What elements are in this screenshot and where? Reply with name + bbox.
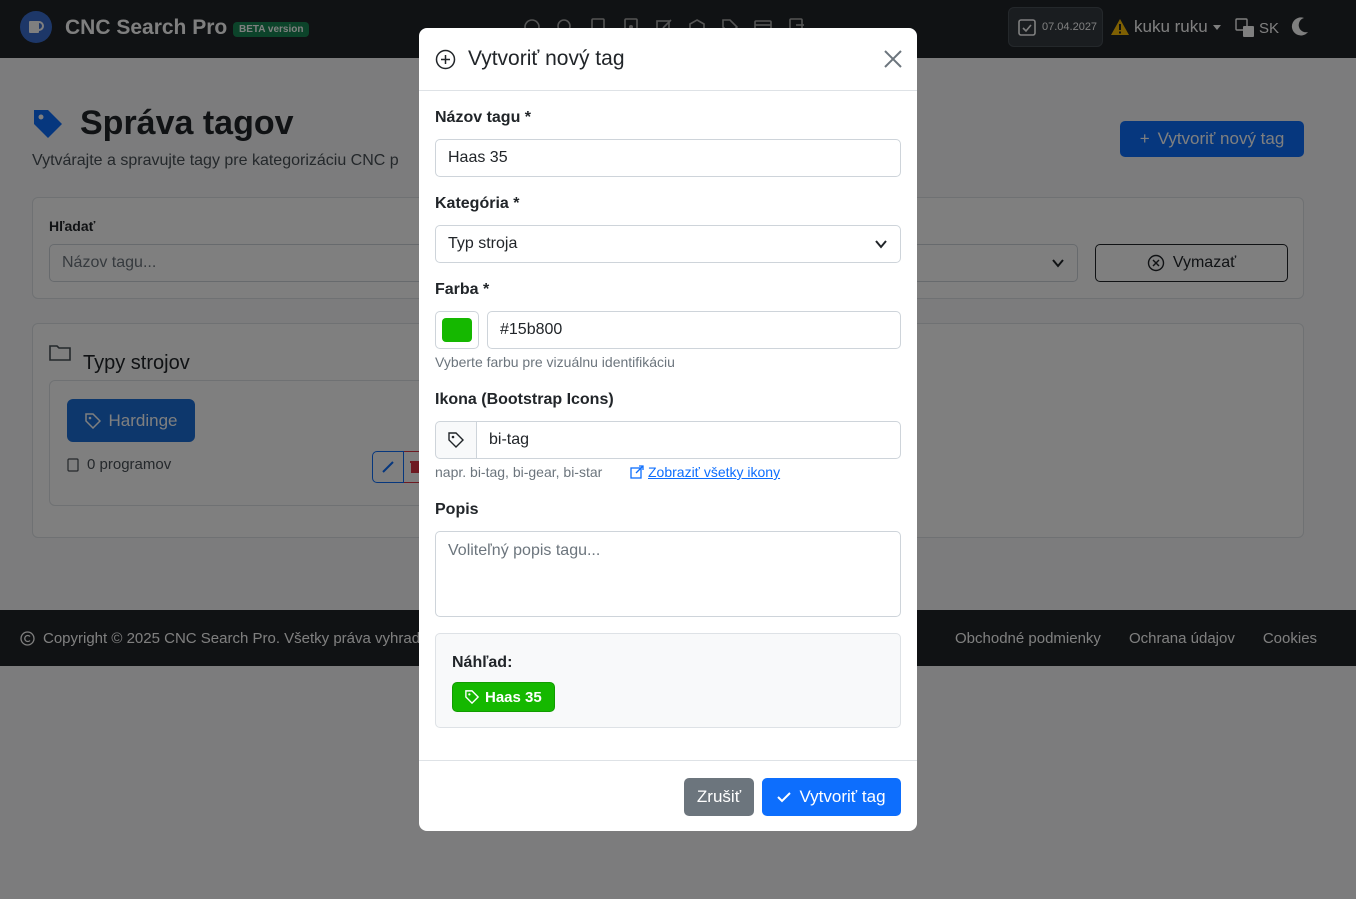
category-label: Kategória * — [435, 195, 520, 212]
color-picker[interactable] — [435, 311, 479, 349]
color-label: Farba * — [435, 281, 490, 298]
modal-title: Vytvoriť nový tag — [468, 47, 625, 70]
color-help: Vyberte farbu pre vizuálnu identifikáciu — [435, 354, 675, 370]
external-link-icon — [630, 465, 644, 479]
color-hex-input[interactable]: #15b800 — [487, 311, 901, 349]
tag-icon — [435, 421, 477, 459]
icon-label: Ikona (Bootstrap Icons) — [435, 391, 614, 408]
cancel-button[interactable]: Zrušiť — [684, 778, 754, 816]
tag-name-label: Názov tagu * — [435, 109, 532, 126]
check-icon — [777, 792, 792, 803]
submit-button[interactable]: Vytvoriť tag — [762, 778, 901, 816]
plus-circle-icon — [435, 49, 456, 75]
icon-help: napr. bi-tag, bi-gear, bi-star — [435, 464, 603, 480]
preview-badge: Haas 35 — [452, 682, 555, 712]
tag-icon — [465, 690, 479, 704]
tag-name-input[interactable]: Haas 35 — [435, 139, 901, 177]
show-icons-link[interactable]: Zobraziť všetky ikony — [630, 464, 780, 480]
preview-box: Náhľad: Haas 35 — [435, 633, 901, 728]
description-textarea[interactable]: Voliteľný popis tagu... — [435, 531, 901, 617]
icon-input[interactable]: bi-tag — [476, 421, 901, 459]
modal-header: Vytvoriť nový tag — [419, 28, 917, 91]
create-tag-modal: Vytvoriť nový tag Názov tagu * Haas 35 K… — [419, 28, 917, 831]
color-swatch — [442, 318, 472, 342]
modal-footer: Zrušiť Vytvoriť tag — [419, 760, 917, 831]
close-icon[interactable] — [883, 49, 903, 74]
category-select[interactable]: Typ stroja — [435, 225, 901, 263]
preview-label: Náhľad: — [452, 654, 513, 671]
description-label: Popis — [435, 501, 479, 518]
chevron-down-icon — [875, 240, 887, 249]
